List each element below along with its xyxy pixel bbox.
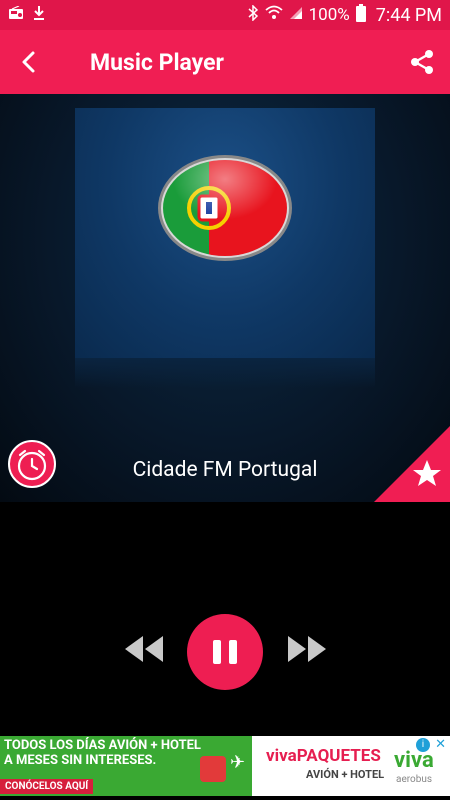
share-button[interactable]: [408, 48, 436, 76]
rewind-button[interactable]: [121, 634, 167, 664]
ad-cta-button[interactable]: CONÓCELOS AQUÍ: [0, 779, 94, 794]
ad-close-icon[interactable]: ✕: [435, 737, 446, 752]
fast-forward-button[interactable]: [284, 634, 330, 664]
favorite-button[interactable]: [374, 426, 450, 502]
hotel-icon: [200, 756, 226, 782]
ad-info-icon[interactable]: i: [416, 738, 430, 752]
ad-logo: viva: [394, 748, 434, 773]
ad-promo-panel[interactable]: TODOS LOS DÍAS AVIÓN + HOTEL A MESES SIN…: [0, 736, 252, 796]
ad-brand: vivaPAQUETES: [266, 746, 381, 766]
now-playing-area: Cidade FM Portugal: [0, 94, 450, 502]
ad-headline: TODOS LOS DÍAS AVIÓN + HOTEL: [4, 738, 201, 753]
app-bar: Music Player: [0, 30, 450, 94]
status-bar: 100% 7:44 PM: [0, 0, 450, 30]
ad-brand-sub: AVIÓN + HOTEL: [306, 768, 385, 781]
playback-controls: [0, 502, 450, 734]
artwork-reflection: [75, 358, 375, 388]
battery-percent: 100%: [308, 5, 350, 25]
ad-brand-panel[interactable]: vivaPAQUETES AVIÓN + HOTEL: [252, 736, 386, 796]
wifi-icon: [265, 5, 283, 26]
download-icon: [32, 5, 46, 26]
signal-icon: [289, 5, 303, 25]
portugal-flag-badge: [158, 155, 292, 261]
bluetooth-icon: [247, 3, 259, 26]
ad-banner[interactable]: TODOS LOS DÍAS AVIÓN + HOTEL A MESES SIN…: [0, 736, 450, 796]
back-arrow-icon: [22, 51, 35, 73]
ad-logo-panel[interactable]: viva aerobus i ✕: [386, 736, 450, 796]
station-artwork: [75, 108, 375, 358]
page-title: Music Player: [90, 48, 224, 76]
ad-logo-sub: aerobus: [396, 774, 433, 785]
plane-icon: ✈: [230, 752, 246, 773]
share-icon: [411, 50, 433, 74]
radio-icon: [8, 5, 24, 25]
back-button[interactable]: [0, 30, 56, 94]
pause-icon: [209, 640, 241, 664]
status-time: 7:44 PM: [375, 4, 442, 26]
fast-forward-icon: [288, 636, 326, 662]
battery-icon: [355, 3, 366, 27]
pause-button[interactable]: [187, 614, 263, 690]
rewind-icon: [125, 636, 163, 662]
